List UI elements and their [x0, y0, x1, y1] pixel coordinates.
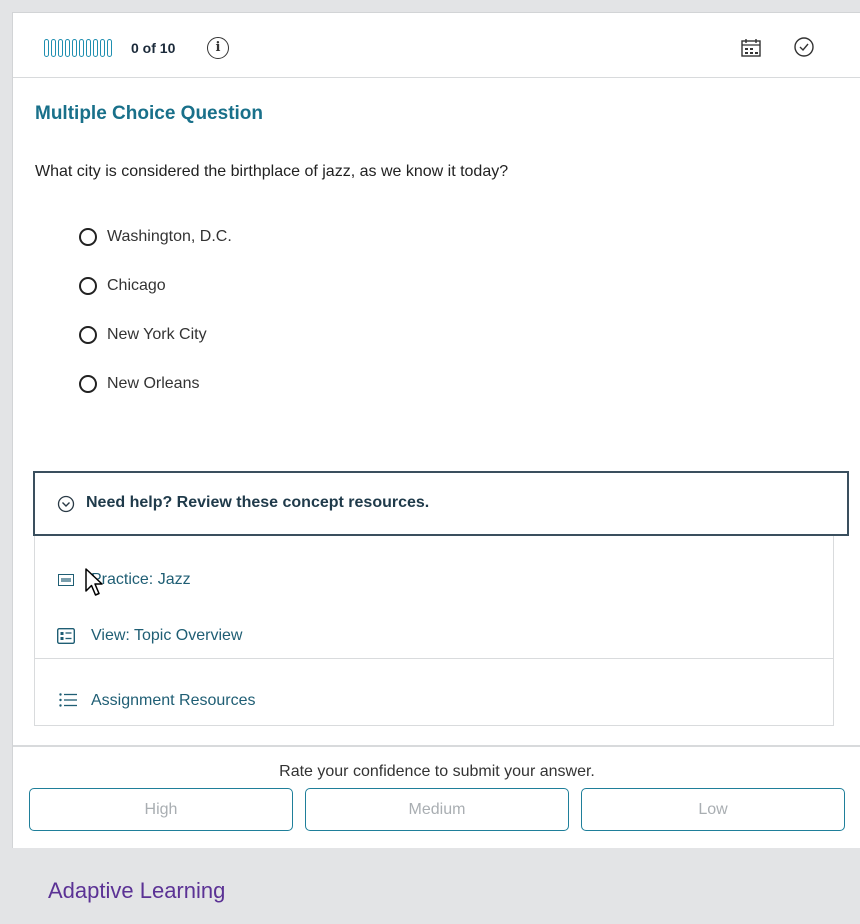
clock-icon[interactable]	[793, 36, 815, 58]
practice-jazz-link[interactable]: Practice: Jazz	[91, 571, 191, 589]
answer-option[interactable]: Chicago	[79, 274, 166, 298]
answer-option-label: New Orleans	[107, 375, 200, 392]
radio-button[interactable]	[79, 326, 97, 344]
answer-option[interactable]: Washington, D.C.	[79, 225, 232, 249]
answer-option[interactable]: New York City	[79, 323, 207, 347]
radio-button[interactable]	[79, 375, 97, 393]
assignment-resources-link[interactable]: Assignment Resources	[91, 692, 256, 710]
divider	[13, 745, 860, 747]
progress-text: 0 of 10	[131, 40, 176, 56]
practice-icon	[58, 574, 74, 586]
list-icon	[59, 693, 77, 707]
topic-overview-link[interactable]: View: Topic Overview	[91, 627, 242, 645]
calendar-icon[interactable]	[740, 37, 762, 59]
confidence-medium-button[interactable]: Medium	[305, 788, 569, 831]
radio-button[interactable]	[79, 228, 97, 246]
help-resources-toggle[interactable]: Need help? Review these concept resource…	[33, 471, 849, 536]
question-type-heading: Multiple Choice Question	[35, 103, 264, 124]
answer-option-label: New York City	[107, 326, 207, 343]
question-text: What city is considered the birthplace o…	[35, 163, 509, 180]
confidence-low-button[interactable]: Low	[581, 788, 845, 831]
radio-button[interactable]	[79, 277, 97, 295]
caption: Adaptive Learning	[48, 878, 226, 903]
info-icon[interactable]: i	[207, 37, 229, 59]
help-toggle-label: Need help? Review these concept resource…	[86, 494, 430, 511]
progress-indicator	[44, 39, 112, 57]
answer-option[interactable]: New Orleans	[79, 372, 199, 396]
confidence-high-button[interactable]: High	[29, 788, 293, 831]
concept-resources-list: Practice: Jazz View: Topic Overview Assi…	[34, 536, 834, 726]
mouse-pointer-icon	[85, 568, 103, 596]
topic-overview-icon	[57, 628, 75, 644]
chevron-down-icon	[57, 495, 75, 513]
answer-option-label: Washington, D.C.	[107, 228, 232, 245]
confidence-prompt: Rate your confidence to submit your answ…	[279, 763, 595, 780]
divider	[35, 658, 833, 659]
question-card: 0 of 10 i Multiple Choice Question What …	[12, 12, 860, 848]
answer-option-label: Chicago	[107, 277, 166, 294]
question-toolbar: 0 of 10 i	[13, 13, 860, 78]
